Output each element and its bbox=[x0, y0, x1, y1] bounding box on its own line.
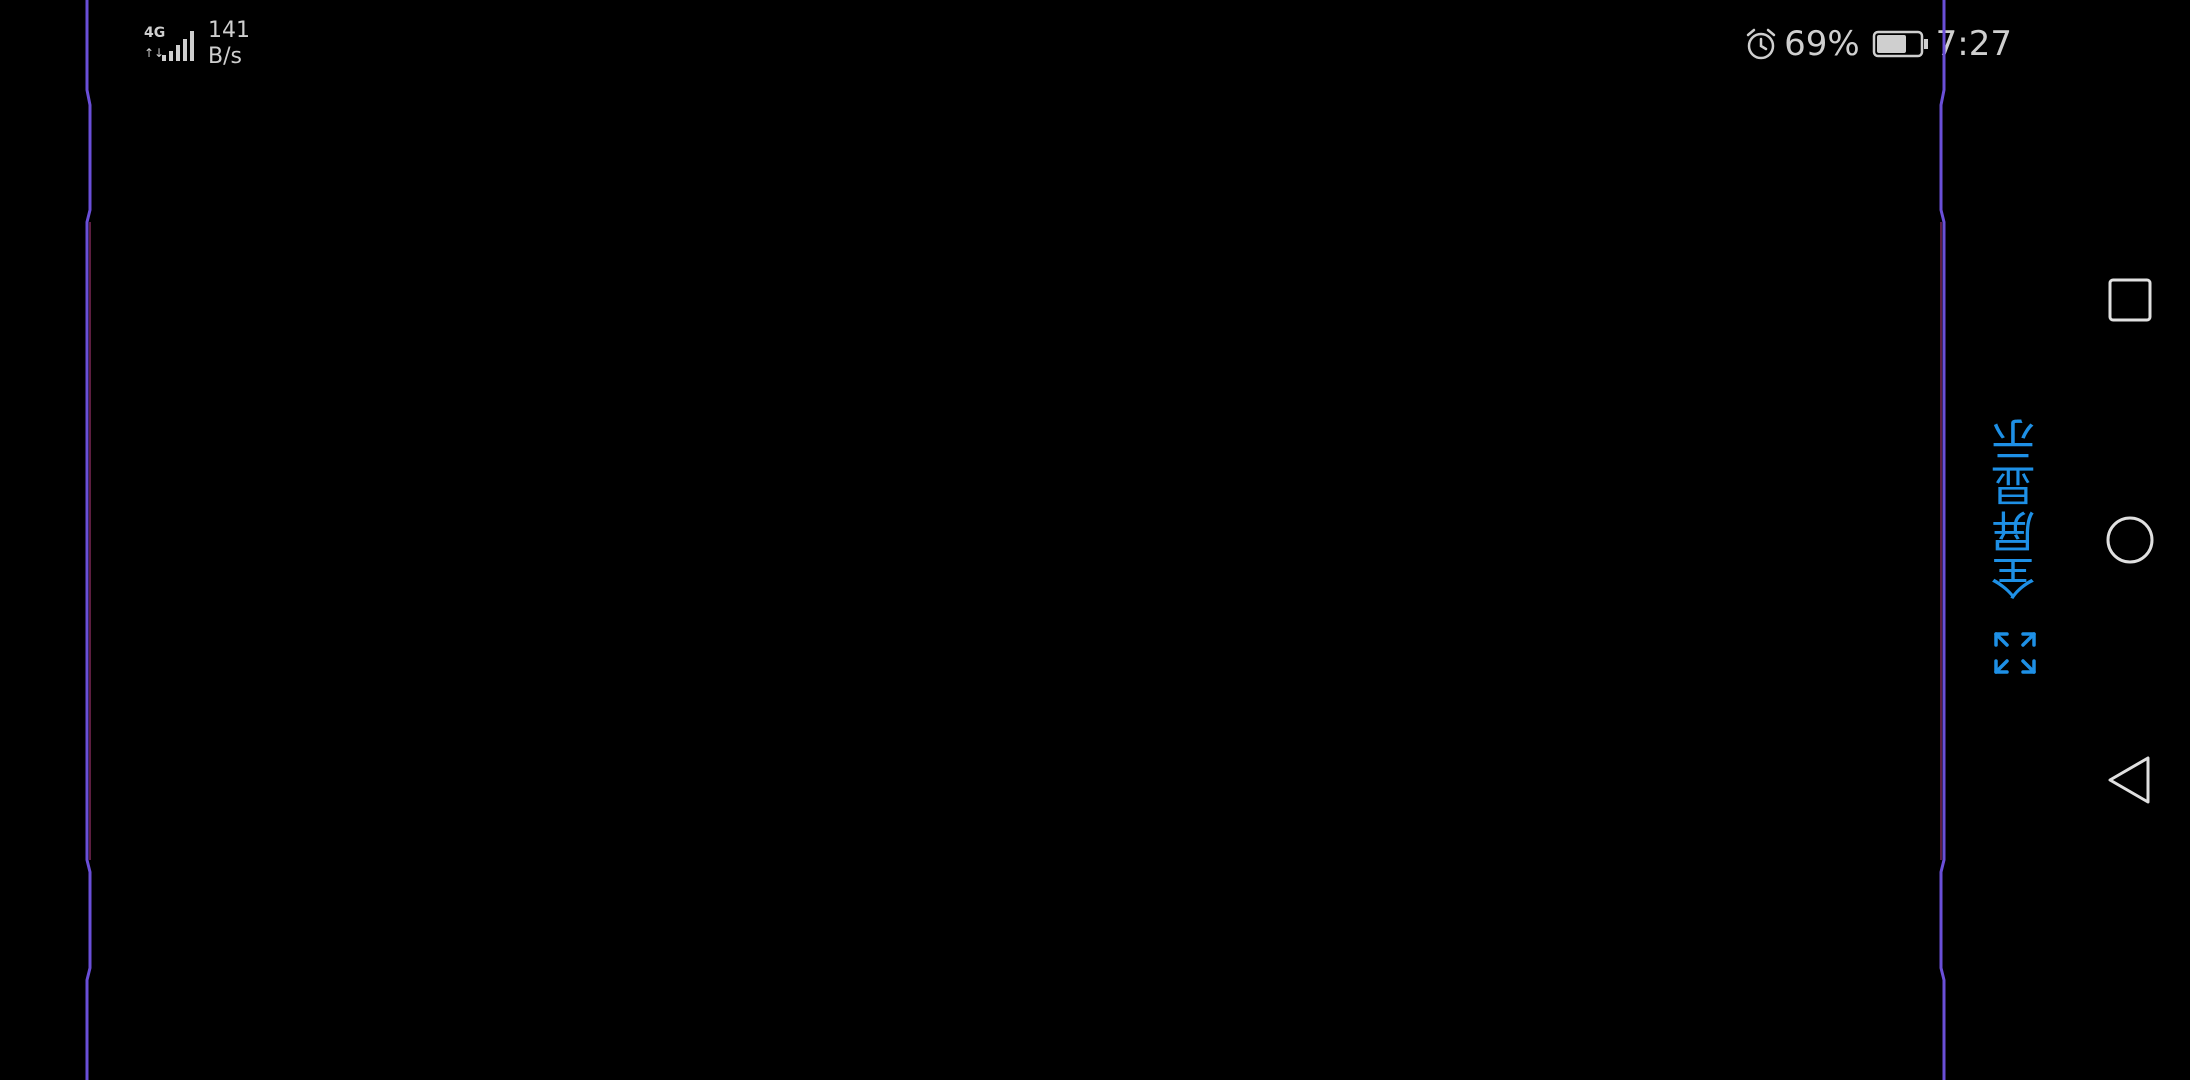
battery-percentage: 69% bbox=[1784, 24, 1860, 64]
status-bar-right: 69% 7:27 bbox=[1738, 24, 2012, 64]
expand-icon bbox=[1994, 632, 2036, 674]
navigation-bar bbox=[2080, 0, 2190, 1080]
svg-text:↑↓: ↑↓ bbox=[144, 46, 164, 60]
left-edge-rail bbox=[85, 0, 92, 1080]
status-bar-left: 4G ↑↓ 141 B/s bbox=[144, 18, 250, 70]
alarm-clock-icon bbox=[1746, 28, 1776, 60]
4g-signal-icon: 4G ↑↓ bbox=[144, 25, 194, 61]
game-screen[interactable]: 4G ↑↓ 141 B/s 69% 7:27 全屏显示 bbox=[0, 0, 2190, 1080]
svg-text:4G: 4G bbox=[144, 25, 165, 41]
network-speed-unit: B/s bbox=[208, 44, 242, 69]
battery-icon bbox=[1872, 30, 1928, 58]
triangle-back-icon[interactable] bbox=[2102, 752, 2158, 808]
fullscreen-label: 全屏显示 bbox=[1992, 416, 2043, 600]
square-recents-icon[interactable] bbox=[2102, 272, 2158, 328]
network-speed: 141 B/s bbox=[208, 18, 250, 70]
circle-home-icon[interactable] bbox=[2102, 512, 2158, 568]
battery-fill bbox=[1876, 35, 1906, 53]
network-speed-value: 141 bbox=[208, 18, 250, 43]
right-edge-rail bbox=[1939, 0, 1946, 1080]
